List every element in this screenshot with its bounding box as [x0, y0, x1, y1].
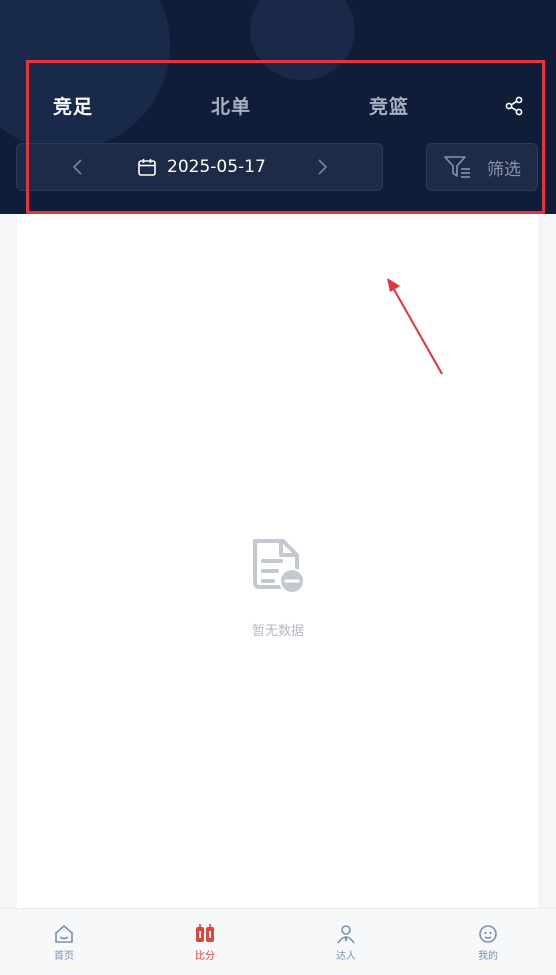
- date-picker[interactable]: 2025-05-17: [137, 154, 266, 180]
- bottom-tab-bar: 首页 比分 达人 我的: [0, 908, 556, 975]
- decorative-circle: [0, 0, 170, 150]
- no-data-document-icon: [253, 539, 305, 594]
- tab-beidan[interactable]: 北单: [211, 92, 251, 119]
- decorative-circle: [250, 0, 355, 80]
- home-icon: [55, 925, 73, 943]
- nav-item-profile[interactable]: 我的: [448, 923, 528, 962]
- nav-label-expert: 达人: [336, 951, 356, 962]
- sport-tabs: 竞足 北单 竞篮: [0, 86, 556, 126]
- tab-jingzu[interactable]: 竞足: [53, 92, 93, 119]
- header: 竞足 北单 竞篮 2025-05-17 筛选: [0, 0, 556, 214]
- chevron-left-icon[interactable]: [67, 156, 89, 178]
- nav-label-profile: 我的: [478, 951, 498, 962]
- nav-item-expert[interactable]: 达人: [306, 923, 386, 962]
- nav-label-home: 首页: [54, 951, 74, 962]
- filter-icon: [444, 156, 470, 178]
- nav-label-score: 比分: [195, 951, 215, 962]
- selected-date: 2025-05-17: [167, 157, 266, 177]
- profile-icon: [479, 925, 497, 943]
- filter-button[interactable]: 筛选: [426, 143, 538, 191]
- calendar-icon: [138, 159, 156, 176]
- nav-item-score[interactable]: 比分: [165, 923, 245, 962]
- tab-jinglan[interactable]: 竞篮: [369, 92, 409, 119]
- score-icon: [196, 924, 214, 942]
- chevron-right-icon[interactable]: [311, 156, 333, 178]
- expert-icon: [337, 925, 355, 944]
- date-selector: 2025-05-17: [16, 143, 383, 191]
- share-icon[interactable]: [504, 96, 524, 116]
- empty-state-text: 暂无数据: [251, 624, 304, 639]
- filter-label: 筛选: [487, 159, 521, 180]
- nav-item-home[interactable]: 首页: [24, 923, 104, 962]
